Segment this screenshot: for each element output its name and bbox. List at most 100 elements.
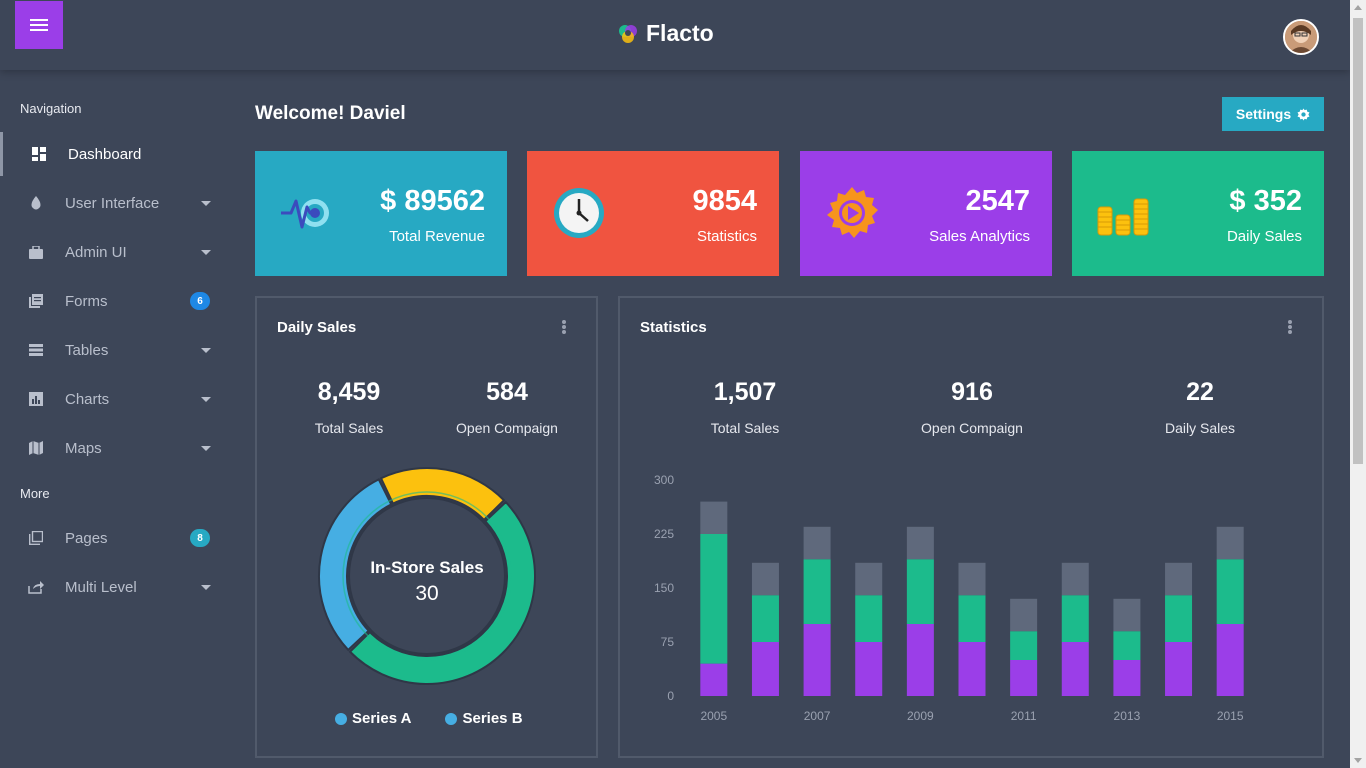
hamburger-icon [30,19,48,31]
bar-segment-2009-2[interactable] [906,526,934,560]
map-icon [28,440,44,456]
sidebar-item-charts[interactable]: Charts [0,377,235,421]
bar-segment-2010-2[interactable] [958,562,986,596]
clock-icon [554,188,604,238]
kpi-open-compaign: 916 Open Compaign [912,378,1032,436]
kpi-label: Total Sales [710,420,780,436]
legend-item-series-a[interactable]: Series A [335,710,411,727]
kpi-total-sales: 8,459 Total Sales [309,378,389,436]
y-tick-label: 225 [654,527,674,541]
sidebar-item-multi-level[interactable]: Multi Level [0,565,235,609]
bar-segment-2008-0[interactable] [855,642,883,696]
menu-toggle-button[interactable] [15,1,63,49]
bar-segment-2014-2[interactable] [1165,562,1193,596]
scroll-up-arrow-icon[interactable] [1354,5,1362,10]
kpi-daily-sales: 22 Daily Sales [1150,378,1250,436]
sidebar-item-user-interface[interactable]: User Interface [0,181,235,225]
scroll-down-arrow-icon[interactable] [1354,758,1362,763]
chevron-down-icon [201,584,211,590]
bar-segment-2005-2[interactable] [700,501,728,534]
sidebar-item-label: Forms [65,292,108,310]
card-value: 9854 [692,185,757,217]
sidebar: Navigation Dashboard User Interface Admi… [0,70,235,768]
scrollbar-thumb[interactable] [1353,18,1363,464]
more-options-icon[interactable] [562,320,566,334]
user-avatar[interactable] [1283,19,1319,55]
bar-segment-2006-2[interactable] [751,562,779,596]
bar-segment-2007-2[interactable] [803,526,831,560]
kpi-value: 8,459 [317,378,381,406]
bar-segment-2006-1[interactable] [751,595,779,642]
bar-segment-2011-2[interactable] [1010,598,1038,632]
bar-segment-2011-1[interactable] [1010,631,1038,660]
sidebar-item-label: Dashboard [68,145,142,163]
card-value: $ 352 [1229,185,1302,217]
card-label: Daily Sales [1226,228,1302,245]
sidebar-item-maps[interactable]: Maps [0,426,235,470]
card-value: $ 89562 [380,185,485,217]
sidebar-item-dashboard[interactable]: Dashboard [0,132,235,176]
x-tick-label: 2015 [1217,709,1244,723]
bar-segment-2006-0[interactable] [751,642,779,696]
kpi-label: Open Compaign [456,420,558,436]
bar-segment-2014-0[interactable] [1165,642,1193,696]
bar-segment-2009-0[interactable] [906,624,934,696]
bar-segment-2012-0[interactable] [1061,642,1089,696]
sidebar-item-label: Tables [65,341,109,359]
more-options-icon[interactable] [1288,320,1292,334]
bar-segment-2007-0[interactable] [803,624,831,696]
bar-segment-2007-1[interactable] [803,559,831,624]
table-icon [28,342,44,358]
legend-item-series-b[interactable]: Series B [445,710,523,727]
bar-segment-2015-0[interactable] [1216,624,1244,696]
bar-segment-2005-1[interactable] [700,534,728,664]
bar-segment-2012-1[interactable] [1061,595,1089,642]
logo-icon [619,24,637,43]
settings-button[interactable]: Settings [1222,97,1324,131]
sidebar-item-pages[interactable]: Pages 8 [0,516,235,560]
panel-title: Daily Sales [277,319,357,336]
bar-segment-2013-0[interactable] [1113,660,1141,696]
bar-segment-2012-2[interactable] [1061,562,1089,596]
donut-slice-2[interactable] [348,500,536,685]
brand-name: Flacto [646,20,714,46]
stat-card-statistics: 9854 Statistics [527,151,779,276]
sidebar-item-tables[interactable]: Tables [0,328,235,372]
sidebar-item-label: Admin UI [65,243,127,261]
sidebar-item-forms[interactable]: Forms 6 [0,279,235,323]
drop-icon [28,195,44,211]
bar-segment-2015-2[interactable] [1216,526,1244,560]
chevron-down-icon [201,396,211,402]
stat-card-total-revenue: $ 89562 Total Revenue [255,151,507,276]
donut-center-value: 30 [415,582,438,605]
y-tick-label: 0 [667,689,674,703]
legend-label: Series A [352,710,412,727]
bar-segment-2009-1[interactable] [906,559,934,624]
top-bar: Flacto [0,0,1350,70]
bar-segment-2013-1[interactable] [1113,631,1141,660]
chevron-down-icon [201,249,211,255]
donut-center-label: In-Store Sales [370,558,483,577]
bar-segment-2010-0[interactable] [958,642,986,696]
bar-segment-2008-2[interactable] [855,562,883,596]
bar-segment-2014-1[interactable] [1165,595,1193,642]
bar-segment-2008-1[interactable] [855,595,883,642]
x-tick-label: 2011 [1011,709,1037,723]
x-tick-label: 2007 [804,709,831,723]
bar-segment-2013-2[interactable] [1113,598,1141,632]
sidebar-item-admin-ui[interactable]: Admin UI [0,230,235,274]
bar-segment-2005-0[interactable] [700,663,728,696]
bar-segment-2015-1[interactable] [1216,559,1244,624]
brand[interactable]: Flacto [616,20,714,47]
legend-dot [445,712,458,725]
stat-card-sales-analytics: 2547 Sales Analytics [800,151,1052,276]
legend-dot [335,712,347,725]
sidebar-item-label: User Interface [65,194,160,212]
bar-segment-2010-1[interactable] [958,595,986,642]
vertical-scrollbar[interactable] [1350,0,1366,768]
share-icon [28,579,44,595]
x-tick-label: 2009 [907,709,934,723]
kpi-value: 1,507 [713,378,777,406]
kpi-open-compaign: 584 Open Compaign [452,378,562,436]
bar-segment-2011-0[interactable] [1010,660,1038,696]
